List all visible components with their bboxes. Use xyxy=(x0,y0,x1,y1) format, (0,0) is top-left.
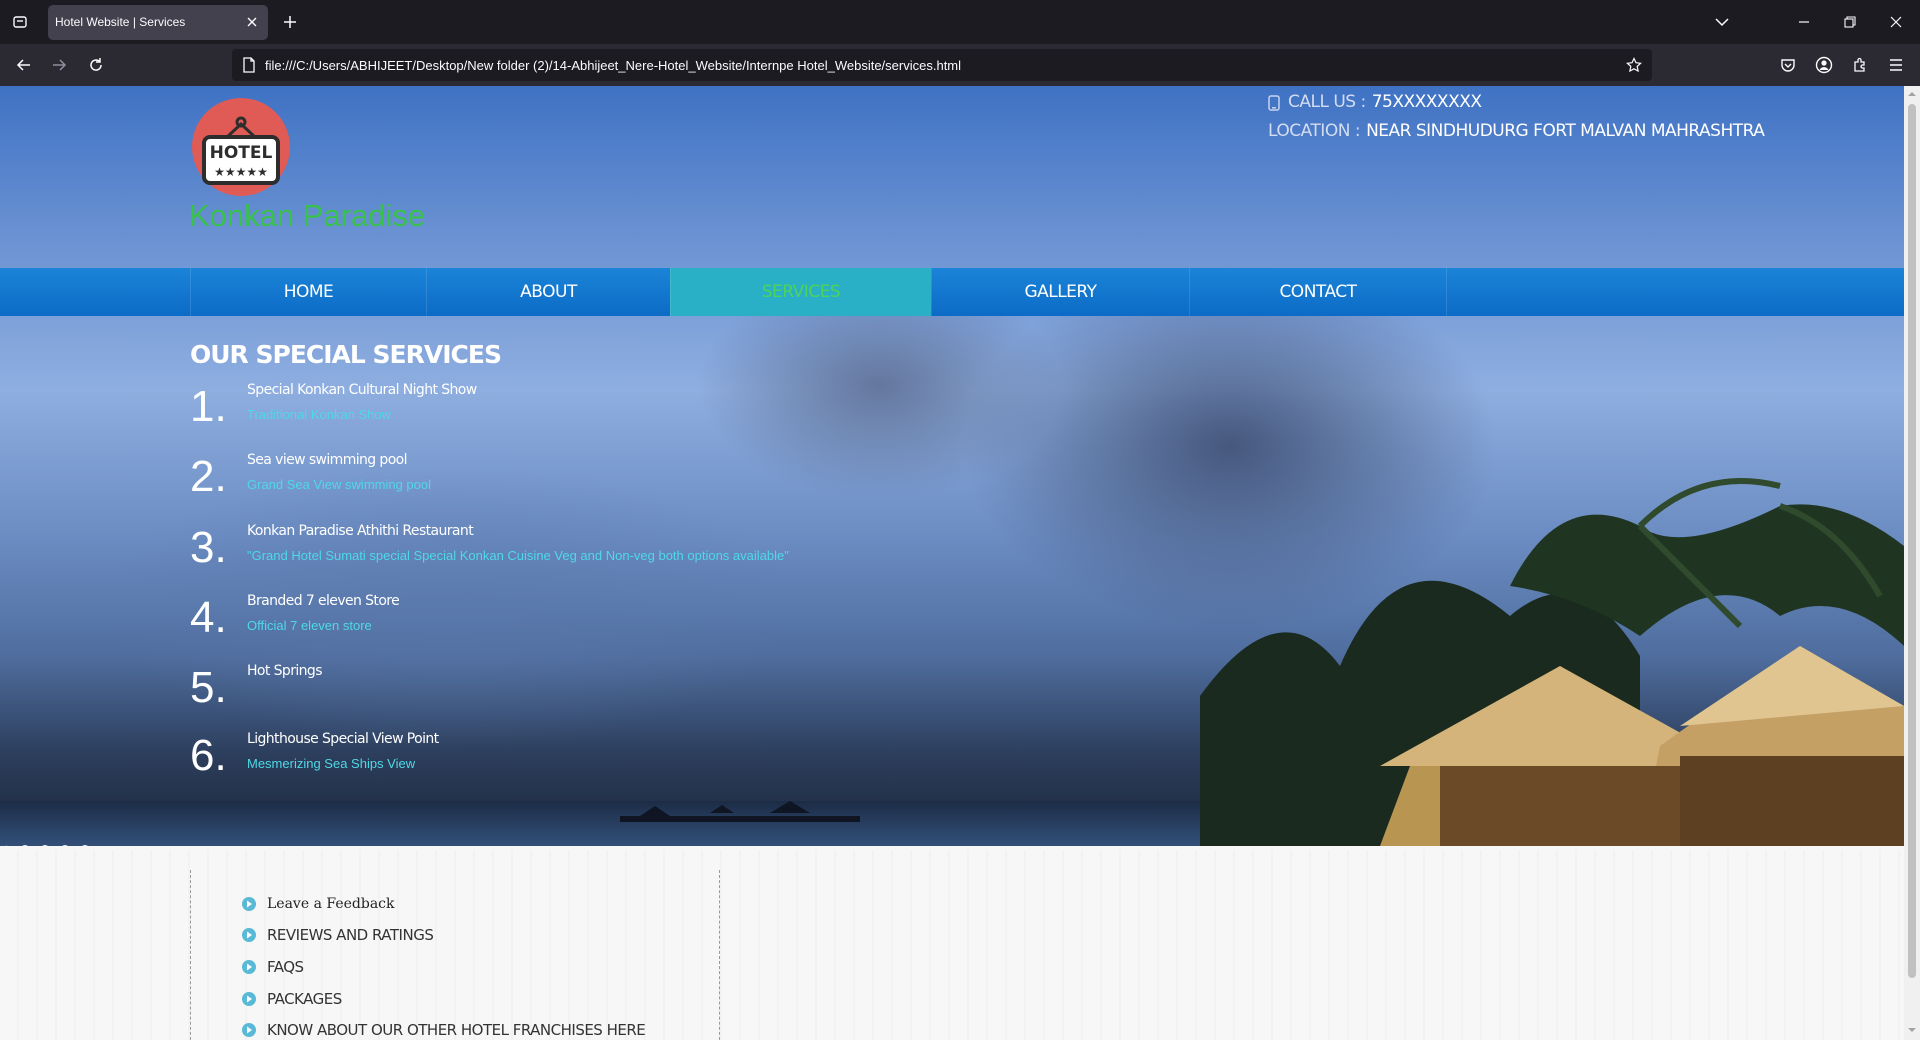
play-bullet-icon xyxy=(242,960,256,974)
phone-icon xyxy=(1268,94,1280,111)
play-bullet-icon xyxy=(242,992,256,1006)
browser-tab-bar: Hotel Website | Services xyxy=(0,0,1920,44)
menu-item-gallery[interactable]: GALLERY xyxy=(931,268,1189,316)
service-title: Special Konkan Cultural Night Show xyxy=(247,382,477,398)
menu-item-home[interactable]: HOME xyxy=(190,268,426,316)
extensions-icon[interactable] xyxy=(1848,53,1872,77)
footer-link-reviews[interactable]: REVIEWS AND RATINGS xyxy=(241,926,434,944)
location-value: NEAR SINDHUDURG FORT MALVAN MAHRASHTRA xyxy=(1366,121,1765,141)
menu-item-contact[interactable]: CONTACT xyxy=(1189,268,1447,316)
service-item: 1. Special Konkan Cultural Night Show Tr… xyxy=(190,382,1090,442)
service-number: 4. xyxy=(190,593,227,642)
page-scrollbar[interactable] xyxy=(1904,86,1920,1040)
service-item: 6. Lighthouse Special View Point Mesmeri… xyxy=(190,731,1090,791)
service-number: 2. xyxy=(190,452,227,501)
service-title: Hot Springs xyxy=(247,663,323,679)
back-arrow-icon[interactable] xyxy=(12,53,36,77)
service-item: 2. Sea view swimming pool Grand Sea View… xyxy=(190,452,1090,512)
page-icon xyxy=(243,57,255,73)
scroll-up-icon[interactable] xyxy=(1908,90,1916,98)
hotel-sign-icon: HOTEL ★★★★★ xyxy=(202,116,280,185)
forward-arrow-icon[interactable] xyxy=(47,53,71,77)
menu-item-services[interactable]: SERVICES xyxy=(670,268,931,316)
call-label: CALL US : xyxy=(1288,92,1366,112)
footer-link-label: FAQS xyxy=(267,958,304,976)
service-title: Lighthouse Special View Point xyxy=(247,731,439,747)
url-bar[interactable]: file:///C:/Users/ABHIJEET/Desktop/New fo… xyxy=(232,49,1652,81)
pocket-icon[interactable] xyxy=(1776,53,1800,77)
distant-huts-image xyxy=(620,801,860,822)
play-bullet-icon xyxy=(242,1023,256,1037)
footer-links-box: Leave a Feedback REVIEWS AND RATINGS FAQ… xyxy=(190,870,720,1040)
service-item: 3. Konkan Paradise Athithi Restaurant "G… xyxy=(190,523,1090,583)
service-title: Konkan Paradise Athithi Restaurant xyxy=(247,523,474,539)
service-title: Branded 7 eleven Store xyxy=(247,593,400,609)
services-section: OUR SPECIAL SERVICES 1. Special Konkan C… xyxy=(190,340,1090,780)
list-all-tabs-icon[interactable] xyxy=(1710,10,1734,34)
page-viewport: HOTEL ★★★★★ Konkan Paradise CALL US : 75… xyxy=(0,86,1904,1040)
service-number: 5. xyxy=(190,663,227,712)
service-number: 6. xyxy=(190,731,227,780)
site-header: HOTEL ★★★★★ Konkan Paradise CALL US : 75… xyxy=(0,86,1904,266)
footer-link-label: PACKAGES xyxy=(267,990,342,1008)
service-subtitle: Grand Sea View swimming pool xyxy=(247,477,432,492)
service-title: Sea view swimming pool xyxy=(247,452,408,468)
service-subtitle: Official 7 eleven store xyxy=(247,618,372,633)
service-number: 3. xyxy=(190,523,227,572)
footer-link-label: Leave a Feedback xyxy=(267,896,395,912)
service-number: 1. xyxy=(190,382,227,431)
new-tab-icon[interactable] xyxy=(280,12,300,32)
palm-trees-image xyxy=(1200,478,1904,846)
service-item: 4. Branded 7 eleven Store Official 7 ele… xyxy=(190,593,1090,653)
footer-link-label: REVIEWS AND RATINGS xyxy=(267,926,434,944)
play-bullet-icon xyxy=(242,897,256,911)
close-window-icon[interactable] xyxy=(1884,10,1908,34)
logo-text: HOTEL xyxy=(210,143,273,163)
contact-info: CALL US : 75XXXXXXXX LOCATION : NEAR SIN… xyxy=(1268,88,1765,146)
url-text: file:///C:/Users/ABHIJEET/Desktop/New fo… xyxy=(265,58,962,73)
app-menu-icon[interactable] xyxy=(1884,53,1908,77)
restore-icon[interactable] xyxy=(1838,10,1862,34)
service-item: 5. Hot Springs xyxy=(190,663,1090,723)
footer-link-faqs[interactable]: FAQS xyxy=(241,958,304,976)
service-subtitle: Mesmerizing Sea Ships View xyxy=(247,756,416,771)
location-label: LOCATION : xyxy=(1268,121,1361,141)
footer-link-packages[interactable]: PACKAGES xyxy=(241,990,342,1008)
services-title: OUR SPECIAL SERVICES xyxy=(190,340,502,369)
logo-stars: ★★★★★ xyxy=(214,165,268,179)
main-menu: HOME ABOUT SERVICES GALLERY CONTACT xyxy=(0,268,1904,316)
service-subtitle: Traditional Konkan Show xyxy=(247,407,392,422)
footer-link-franchises[interactable]: KNOW ABOUT OUR OTHER HOTEL FRANCHISES HE… xyxy=(241,1021,646,1039)
call-value: 75XXXXXXXX xyxy=(1371,92,1482,112)
reload-icon[interactable] xyxy=(84,53,108,77)
bookmark-star-icon[interactable] xyxy=(1624,55,1644,75)
footer-links-area: Leave a Feedback REVIEWS AND RATINGS FAQ… xyxy=(0,850,1904,1040)
close-tab-icon[interactable] xyxy=(244,14,260,30)
hotel-logo[interactable]: HOTEL ★★★★★ xyxy=(192,98,290,196)
tab-title: Hotel Website | Services xyxy=(55,15,186,29)
menu-item-about[interactable]: ABOUT xyxy=(426,268,670,316)
browser-nav-bar: file:///C:/Users/ABHIJEET/Desktop/New fo… xyxy=(0,44,1920,86)
play-bullet-icon xyxy=(242,928,256,942)
service-subtitle: "Grand Hotel Sumati special Special Konk… xyxy=(247,548,789,563)
scrollbar-thumb[interactable] xyxy=(1908,104,1916,978)
footer-link-feedback[interactable]: Leave a Feedback xyxy=(241,896,394,912)
account-icon[interactable] xyxy=(1812,53,1836,77)
scroll-down-icon[interactable] xyxy=(1908,1026,1916,1034)
tab-list-icon[interactable] xyxy=(8,10,32,34)
minimize-icon[interactable] xyxy=(1792,10,1816,34)
footer-link-label: KNOW ABOUT OUR OTHER HOTEL FRANCHISES HE… xyxy=(267,1021,646,1039)
browser-tab[interactable]: Hotel Website | Services xyxy=(48,5,268,40)
site-name[interactable]: Konkan Paradise xyxy=(189,198,425,234)
